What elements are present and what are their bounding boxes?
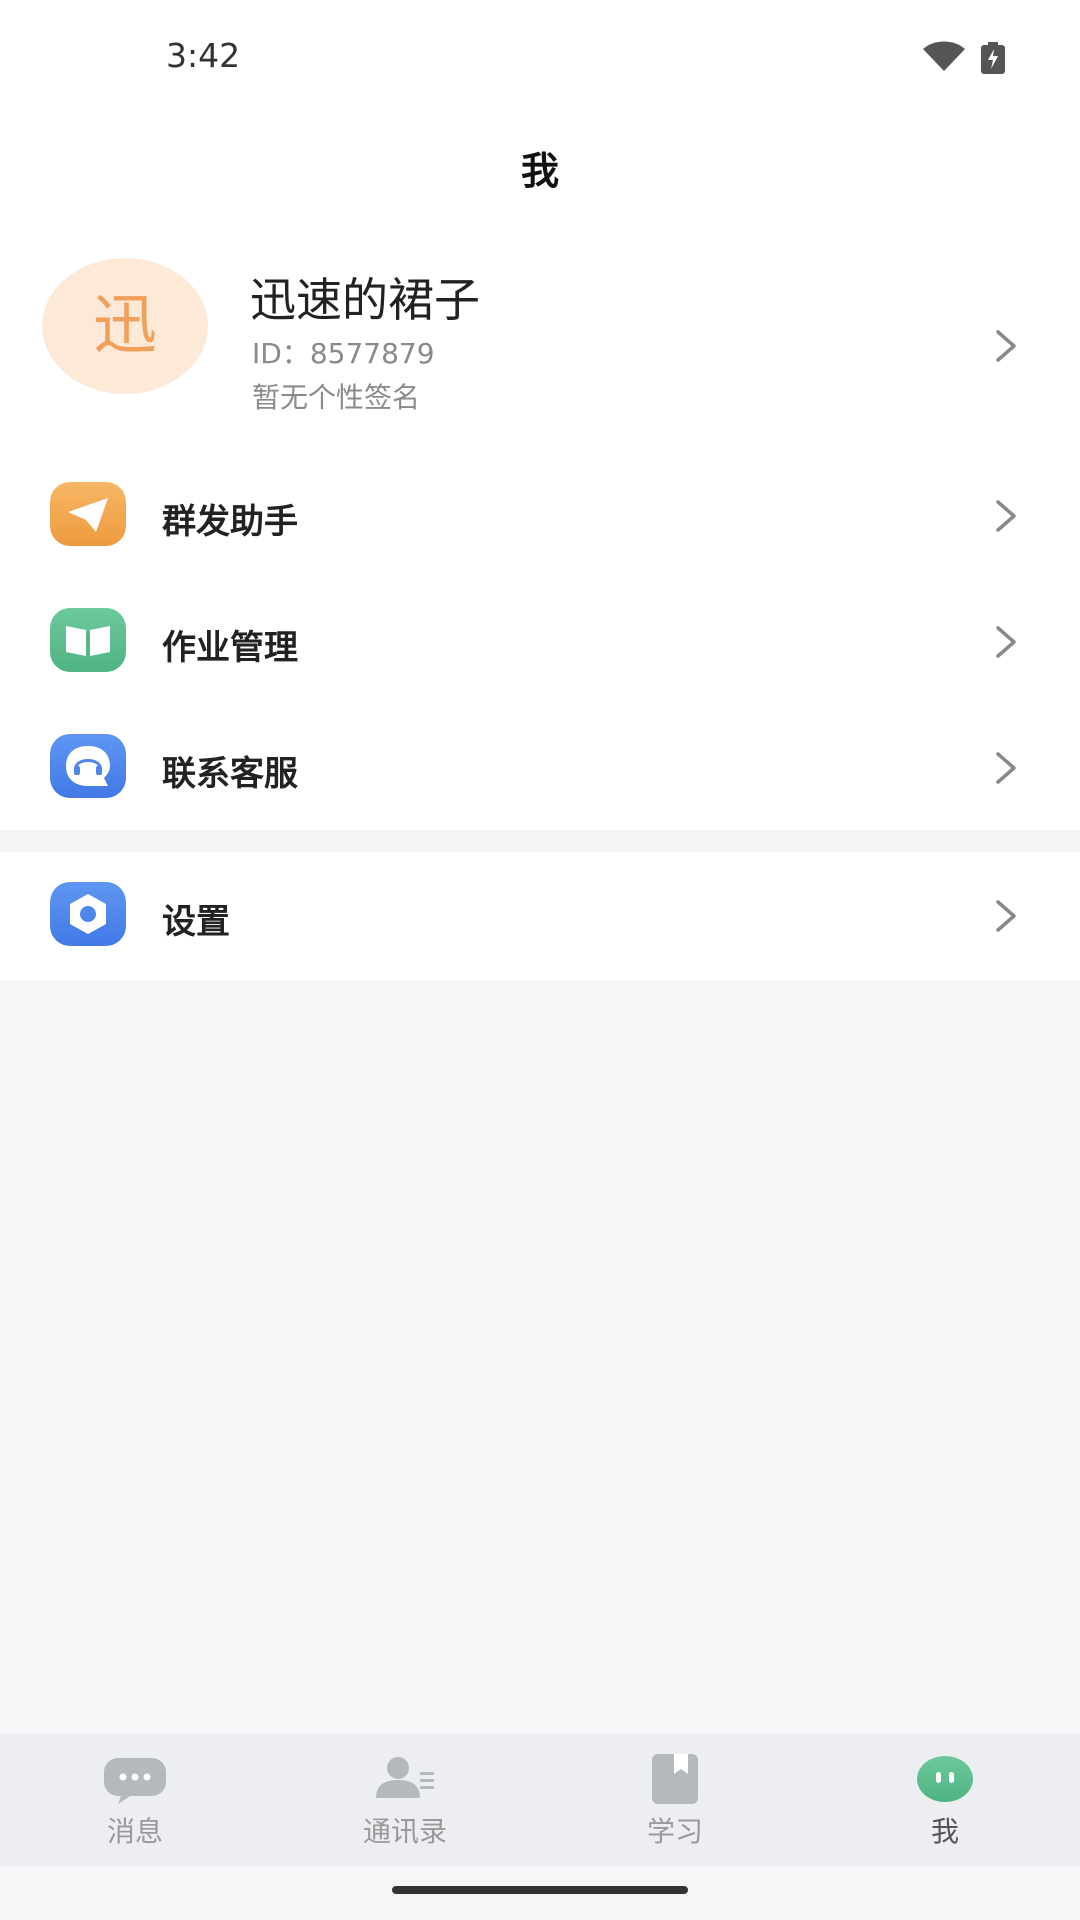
tab-messages[interactable]: 消息 (0, 1734, 270, 1866)
settings-section: 设置 (0, 852, 1080, 980)
menu-label: 作业管理 (162, 628, 298, 668)
battery-charging-icon (981, 42, 1005, 74)
chevron-right-icon (996, 752, 1016, 784)
me-face-icon (917, 1756, 973, 1802)
contacts-icon (376, 1757, 434, 1798)
tab-contacts[interactable]: 通讯录 (270, 1734, 540, 1866)
tab-label: 学习 (646, 1815, 703, 1848)
chevron-right-icon (996, 626, 1016, 658)
profile-name: 迅速的裙子 (250, 273, 480, 327)
menu-item-settings[interactable]: 设置 (0, 852, 1080, 978)
chevron-right-icon (996, 900, 1016, 932)
wifi-icon (923, 41, 965, 71)
chat-bubble-icon (104, 1758, 166, 1804)
profile-id: ID：8577879 (252, 337, 435, 370)
section-divider (0, 830, 1080, 852)
status-time: 3:42 (166, 36, 241, 75)
headset-chat-icon (50, 734, 126, 798)
tab-label: 我 (930, 1815, 959, 1848)
profile-card[interactable]: 迅 迅速的裙子 ID：8577879 暂无个性签名 (0, 250, 1080, 420)
chevron-right-icon (996, 330, 1016, 362)
profile-signature: 暂无个性签名 (252, 381, 421, 414)
avatar: 迅 (42, 258, 208, 394)
tab-me[interactable]: 我 (810, 1734, 1080, 1866)
menu-item-contact-support[interactable]: 联系客服 (0, 704, 1080, 830)
book-icon (50, 608, 126, 672)
bookmark-book-icon (652, 1754, 698, 1804)
status-bar: 3:42 (0, 0, 1080, 110)
menu-label: 设置 (162, 902, 230, 942)
menu-label: 联系客服 (162, 754, 298, 794)
bottom-tab-bar: 消息 通讯录 学习 我 (0, 1734, 1080, 1866)
paper-plane-icon (50, 482, 126, 546)
hexagon-gear-icon (50, 882, 126, 946)
chevron-right-icon (996, 500, 1016, 532)
page-title: 我 (520, 149, 559, 193)
tab-label: 通讯录 (362, 1815, 447, 1848)
tab-study[interactable]: 学习 (540, 1734, 810, 1866)
tab-label: 消息 (106, 1815, 163, 1848)
home-indicator[interactable] (392, 1886, 688, 1894)
menu-item-broadcast-assistant[interactable]: 群发助手 (0, 452, 1080, 578)
menu-label: 群发助手 (162, 502, 298, 542)
menu-item-homework-management[interactable]: 作业管理 (0, 578, 1080, 704)
